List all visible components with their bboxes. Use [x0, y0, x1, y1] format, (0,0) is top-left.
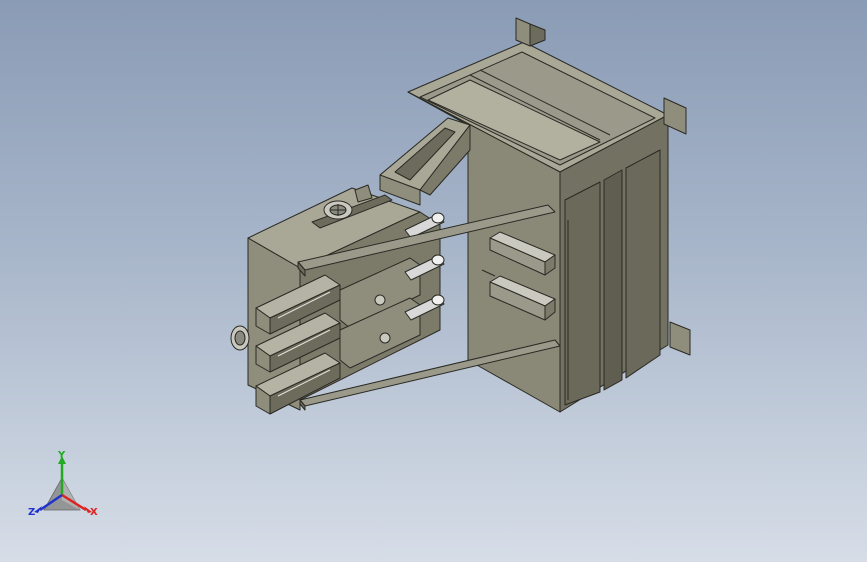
z-axis-label: Z	[28, 507, 35, 518]
y-axis-label: Y	[57, 450, 66, 461]
housing-box	[407, 17, 691, 413]
cad-assembly-model[interactable]: Y X Z	[0, 0, 867, 562]
side-knob	[230, 325, 250, 351]
x-axis-label: X	[90, 507, 98, 518]
orientation-triad: Y X Z	[28, 450, 98, 518]
ramp-block	[379, 117, 471, 206]
cad-viewport[interactable]: Y X Z	[0, 0, 867, 562]
